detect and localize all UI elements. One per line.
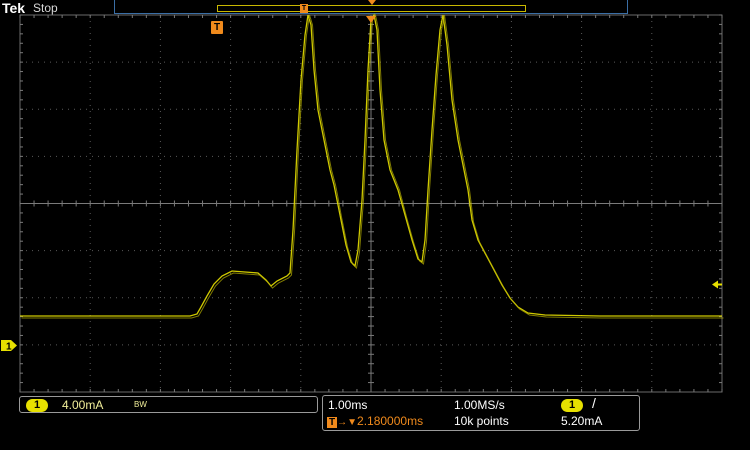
waveform-display[interactable] <box>0 0 750 450</box>
expansion-point-icon[interactable] <box>366 16 376 23</box>
trigger-t-small-icon: T <box>327 417 338 428</box>
trigger-delay-value: 2.180000ms <box>357 414 424 428</box>
trigger-t-icon[interactable]: T <box>211 21 223 34</box>
trigger-delay: T →▼2.180000ms <box>327 414 424 428</box>
rising-edge-icon: / <box>592 395 596 411</box>
channel-1-marker-label: 1 <box>6 342 12 353</box>
trigger-level: 5.20mA <box>561 414 603 428</box>
trigger-level-arrow-icon[interactable] <box>712 280 722 289</box>
horizontal-scale: 1.00ms <box>328 398 368 412</box>
channel-1-marker-icon[interactable]: 1 <box>0 339 18 352</box>
channel-1-trace-persist <box>21 13 724 319</box>
record-length: 10k points <box>454 414 509 428</box>
channel-1-scale: 4.00mA <box>62 398 104 412</box>
graticule <box>19 14 723 393</box>
sample-rate: 1.00MS/s <box>454 398 505 412</box>
trigger-source-badge[interactable]: 1 <box>561 399 583 412</box>
channel-1-badge[interactable]: 1 <box>26 399 48 412</box>
bandwidth-limit-icon: BW <box>134 400 147 409</box>
